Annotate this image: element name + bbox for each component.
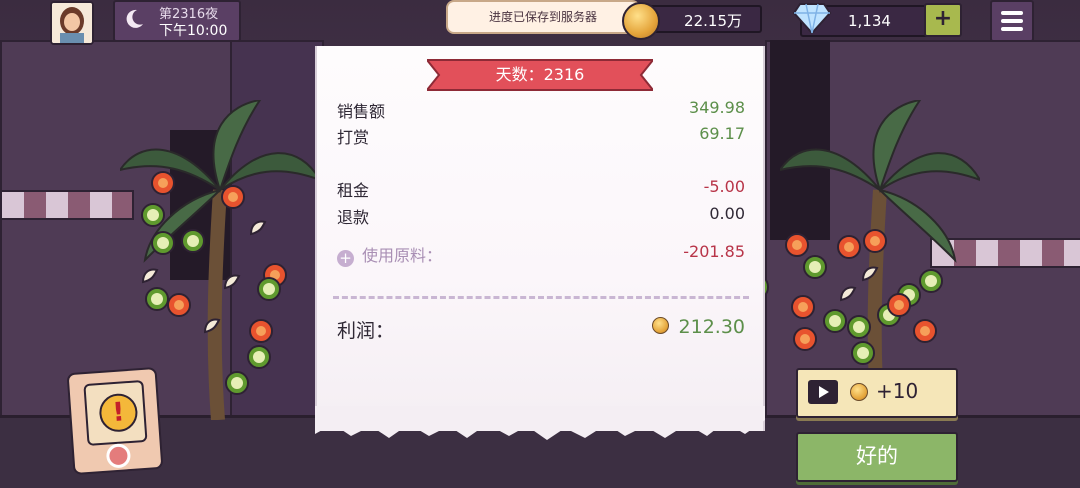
diamond-icon [792, 3, 832, 35]
tomato-slice-icon [793, 327, 817, 351]
sales-label: 销售额 [337, 102, 386, 121]
menu-button[interactable] [990, 0, 1034, 42]
awning-left [0, 190, 134, 220]
jalapeno-slice-icon [803, 255, 827, 279]
notification-dot-icon [105, 443, 132, 469]
game-clock: 下午10:00 [159, 23, 228, 39]
moon-icon [126, 9, 143, 28]
alert-card-button[interactable]: ! [66, 366, 164, 476]
day-time-panel: 第2316夜 下午10:00 [113, 0, 241, 42]
jalapeno-slice-icon [225, 371, 249, 395]
profit-row: 利润： 212.30 [337, 316, 745, 344]
plus-icon: + [933, 6, 953, 31]
receipt-row-rent: 租金 -5.00 [337, 177, 745, 201]
watch-ad-button[interactable]: +10 [796, 368, 958, 418]
garlic-clove-icon [839, 286, 857, 302]
tomato-slice-icon [913, 319, 937, 343]
garlic-clove-icon [249, 220, 267, 236]
gem-count: 1,134 [848, 12, 891, 30]
day-ribbon [427, 59, 653, 91]
jalapeno-slice-icon [823, 309, 847, 333]
ingredients-label: 使用原料： [362, 246, 443, 265]
video-play-icon [808, 380, 838, 404]
jalapeno-slice-icon [847, 315, 871, 339]
receipt-row-refund: 退款 0.00 [337, 204, 745, 228]
jalapeno-slice-icon [181, 229, 205, 253]
jalapeno-slice-icon [151, 231, 175, 255]
rent-value: -5.00 [703, 177, 745, 196]
ingredients-value: -201.85 [683, 242, 745, 261]
add-gems-button[interactable]: + [924, 3, 962, 37]
profit-amount: 212.30 [651, 316, 745, 338]
coin-icon [622, 2, 660, 40]
garlic-clove-icon [203, 318, 221, 334]
jalapeno-slice-icon [141, 203, 165, 227]
daily-receipt: 天数：2316 销售额 349.98 打赏 69.17 租金 -5.00 退款 … [315, 46, 765, 440]
player-avatar[interactable] [50, 1, 94, 45]
garlic-clove-icon [141, 268, 159, 284]
receipt-row-sales: 销售额 349.98 [337, 98, 745, 122]
garlic-clove-icon [861, 266, 879, 282]
garlic-clove-icon [223, 274, 241, 290]
tips-label: 打赏 [337, 128, 370, 147]
tips-value: 69.17 [699, 124, 745, 143]
tomato-slice-icon [151, 171, 175, 195]
torn-edge [315, 406, 765, 440]
receipt-row-tips: 打赏 69.17 [337, 124, 745, 148]
expand-plus-icon[interactable]: + [337, 250, 354, 267]
jalapeno-slice-icon [257, 277, 281, 301]
profit-label: 利润： [337, 320, 395, 342]
tomato-slice-icon [221, 185, 245, 209]
coin-icon [850, 383, 868, 401]
tomato-slice-icon [791, 295, 815, 319]
refund-value: 0.00 [709, 204, 745, 223]
hamburger-icon [1001, 11, 1023, 15]
receipt-row-ingredients[interactable]: + 使用原料： -201.85 [337, 242, 745, 267]
avatar-portrait-icon [52, 3, 92, 43]
tomato-slice-icon [167, 293, 191, 317]
exclamation-icon: ! [98, 392, 139, 434]
profit-value: 212.30 [678, 316, 745, 338]
jalapeno-slice-icon [851, 341, 875, 365]
save-toast: 进度已保存到服务器 [446, 0, 640, 34]
alert-card-face: ! [83, 379, 148, 446]
hamburger-icon [1001, 19, 1023, 23]
tomato-slice-icon [863, 229, 887, 253]
jalapeno-slice-icon [247, 345, 271, 369]
refund-label: 退款 [337, 208, 370, 227]
tomato-slice-icon [887, 293, 911, 317]
sales-value: 349.98 [689, 98, 745, 117]
receipt-divider [333, 296, 749, 299]
tomato-slice-icon [249, 319, 273, 343]
coin-icon [651, 317, 669, 334]
rent-label: 租金 [337, 181, 370, 200]
ad-reward-label: +10 [876, 379, 919, 403]
tomato-slice-icon [837, 235, 861, 259]
hamburger-icon [1001, 27, 1023, 31]
ok-button[interactable]: 好的 [796, 432, 958, 482]
ingredients-expand[interactable]: + 使用原料： [337, 242, 442, 267]
